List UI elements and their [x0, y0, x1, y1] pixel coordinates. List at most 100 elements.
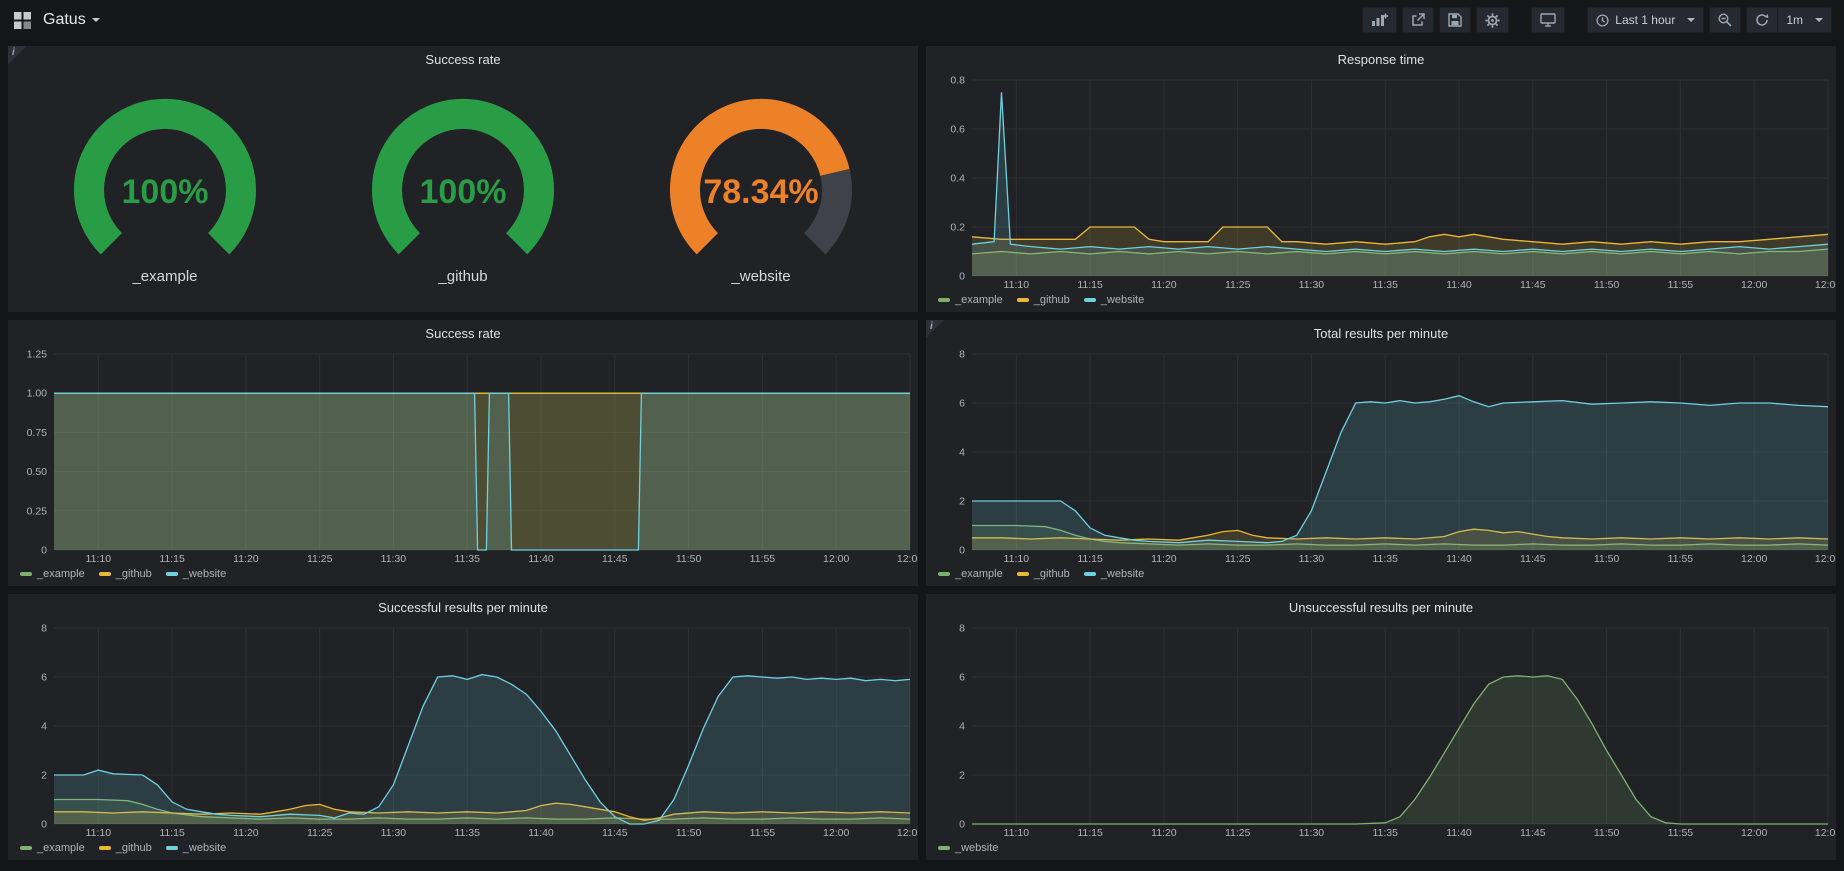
panel-title[interactable]: Unsuccessful results per minute: [926, 594, 1836, 620]
svg-text:11:30: 11:30: [381, 553, 407, 565]
refresh-button[interactable]: [1746, 7, 1777, 33]
svg-text:11:25: 11:25: [307, 827, 333, 839]
svg-text:11:30: 11:30: [1299, 827, 1325, 839]
gauge-_example: 100% _example: [35, 93, 295, 287]
svg-text:11:40: 11:40: [528, 827, 554, 839]
panel-title[interactable]: Success rate: [8, 46, 918, 72]
svg-text:11:45: 11:45: [1520, 827, 1546, 839]
legend-swatch: [1017, 572, 1029, 576]
svg-text:11:55: 11:55: [750, 827, 776, 839]
svg-text:11:20: 11:20: [233, 827, 259, 839]
svg-text:0.4: 0.4: [950, 173, 965, 185]
panel-title-text: Success rate: [425, 52, 500, 67]
svg-text:11:50: 11:50: [1594, 279, 1620, 291]
chart-legend: _website: [926, 840, 1836, 860]
panel-title[interactable]: Total results per minute: [926, 320, 1836, 346]
panel-title[interactable]: Response time: [926, 46, 1836, 72]
svg-text:0: 0: [41, 545, 47, 557]
add-panel-button[interactable]: [1362, 7, 1397, 33]
svg-text:12:00: 12:00: [823, 827, 849, 839]
svg-text:11:15: 11:15: [1077, 827, 1103, 839]
success-rate-graph-plot[interactable]: 11:1011:1511:2011:2511:3011:3511:4011:45…: [16, 346, 918, 566]
svg-text:0.25: 0.25: [27, 505, 48, 517]
svg-text:11:25: 11:25: [1225, 827, 1251, 839]
dashboard: i Success rate 100% _example 100% _githu…: [0, 40, 1844, 866]
save-button[interactable]: [1439, 7, 1471, 33]
refresh-interval-dropdown[interactable]: 1m: [1777, 7, 1832, 33]
svg-text:11:15: 11:15: [159, 553, 185, 565]
success-rate-gauge-chart: 100% _example 100% _github 78.34% _websi…: [8, 72, 918, 312]
info-icon[interactable]: i: [8, 46, 26, 64]
legend-_website[interactable]: _website: [1084, 294, 1144, 306]
legend-_example[interactable]: _example: [938, 568, 1003, 580]
panel-unsuccessful-results: Unsuccessful results per minute 11:10 11:…: [926, 594, 1836, 860]
legend-_github[interactable]: _github: [1017, 294, 1070, 306]
svg-text:0.2: 0.2: [950, 222, 965, 234]
share-button[interactable]: [1402, 7, 1434, 33]
svg-text:11:50: 11:50: [1594, 553, 1620, 565]
refresh-icon: [1755, 13, 1769, 27]
svg-text:0: 0: [959, 271, 965, 283]
legend-_example[interactable]: _example: [20, 568, 85, 580]
legend-_website[interactable]: _website: [166, 842, 226, 854]
legend-_github[interactable]: _github: [99, 842, 152, 854]
svg-text:0: 0: [959, 545, 965, 557]
svg-text:11:40: 11:40: [1446, 827, 1472, 839]
svg-text:2: 2: [959, 770, 965, 782]
gauge-label: _website: [730, 268, 790, 285]
clock-icon: [1596, 14, 1609, 27]
panel-total-results: i Total results per minute 11:1011:1511:…: [926, 320, 1836, 586]
panel-success-rate-graph: Success rate 11:1011:1511:2011:2511:3011…: [8, 320, 918, 586]
svg-text:11:55: 11:55: [1668, 827, 1694, 839]
total-results-per-minute-plot[interactable]: 11:1011:1511:2011:2511:3011:3511:4011:45…: [934, 346, 1836, 566]
svg-text:11:30: 11:30: [1299, 553, 1325, 565]
legend-_website[interactable]: _website: [1084, 568, 1144, 580]
share-icon: [1411, 13, 1425, 27]
svg-text:12:00: 12:00: [1741, 827, 1767, 839]
panel-title-text: Success rate: [425, 326, 500, 341]
tv-mode-button[interactable]: [1531, 7, 1565, 33]
time-range-button[interactable]: Last 1 hour: [1587, 7, 1704, 33]
svg-text:11:40: 11:40: [528, 553, 554, 565]
gauge-label: _example: [131, 268, 197, 285]
legend-_github[interactable]: _github: [99, 568, 152, 580]
svg-text:6: 6: [959, 672, 965, 684]
gauge-value: 78.34%: [703, 173, 818, 211]
svg-text:11:50: 11:50: [676, 553, 702, 565]
zoom-out-button[interactable]: [1709, 7, 1741, 33]
refresh-button-group: 1m: [1746, 7, 1832, 33]
unsuccessful-results-per-minute-plot[interactable]: 11:1011:1511:2011:2511:3011:3511:4011:45…: [934, 620, 1836, 840]
legend-_example[interactable]: _example: [938, 294, 1003, 306]
svg-text:11:10: 11:10: [1004, 827, 1030, 839]
legend-_website[interactable]: _website: [938, 842, 998, 854]
svg-text:2: 2: [959, 496, 965, 508]
info-icon[interactable]: i: [926, 320, 944, 338]
svg-text:11:10: 11:10: [1004, 553, 1030, 565]
legend-_example[interactable]: _example: [20, 842, 85, 854]
chart-legend: _example _github _website: [8, 566, 918, 586]
save-icon: [1448, 13, 1462, 27]
svg-text:0: 0: [959, 819, 965, 831]
panel-title[interactable]: Success rate: [8, 320, 918, 346]
dashboard-grid-icon[interactable]: [12, 10, 33, 31]
legend-_github[interactable]: _github: [1017, 568, 1070, 580]
legend-swatch: [938, 846, 950, 850]
svg-text:11:55: 11:55: [1668, 553, 1694, 565]
svg-text:11:10: 11:10: [86, 827, 112, 839]
successful-results-per-minute-plot[interactable]: 11:1011:1511:2011:2511:3011:3511:4011:45…: [16, 620, 918, 840]
legend-_website[interactable]: _website: [166, 568, 226, 580]
dashboard-title[interactable]: Gatus: [43, 11, 100, 29]
panel-successful-results: Successful results per minute 11:10 11:15…: [8, 594, 918, 860]
settings-button[interactable]: [1476, 7, 1509, 33]
svg-text:11:10: 11:10: [86, 553, 112, 565]
panel-title[interactable]: Successful results per minute: [8, 594, 918, 620]
svg-text:1.00: 1.00: [27, 388, 48, 400]
svg-text:11:20: 11:20: [1151, 279, 1177, 291]
svg-text:11:15: 11:15: [159, 827, 185, 839]
zoom-out-icon: [1718, 13, 1732, 27]
svg-text:11:45: 11:45: [602, 553, 628, 565]
response-time-plot[interactable]: 11:1011:1511:2011:2511:3011:3511:4011:45…: [934, 72, 1836, 292]
svg-text:12:00: 12:00: [1741, 279, 1767, 291]
svg-text:11:20: 11:20: [233, 553, 259, 565]
svg-text:11:45: 11:45: [1520, 553, 1546, 565]
